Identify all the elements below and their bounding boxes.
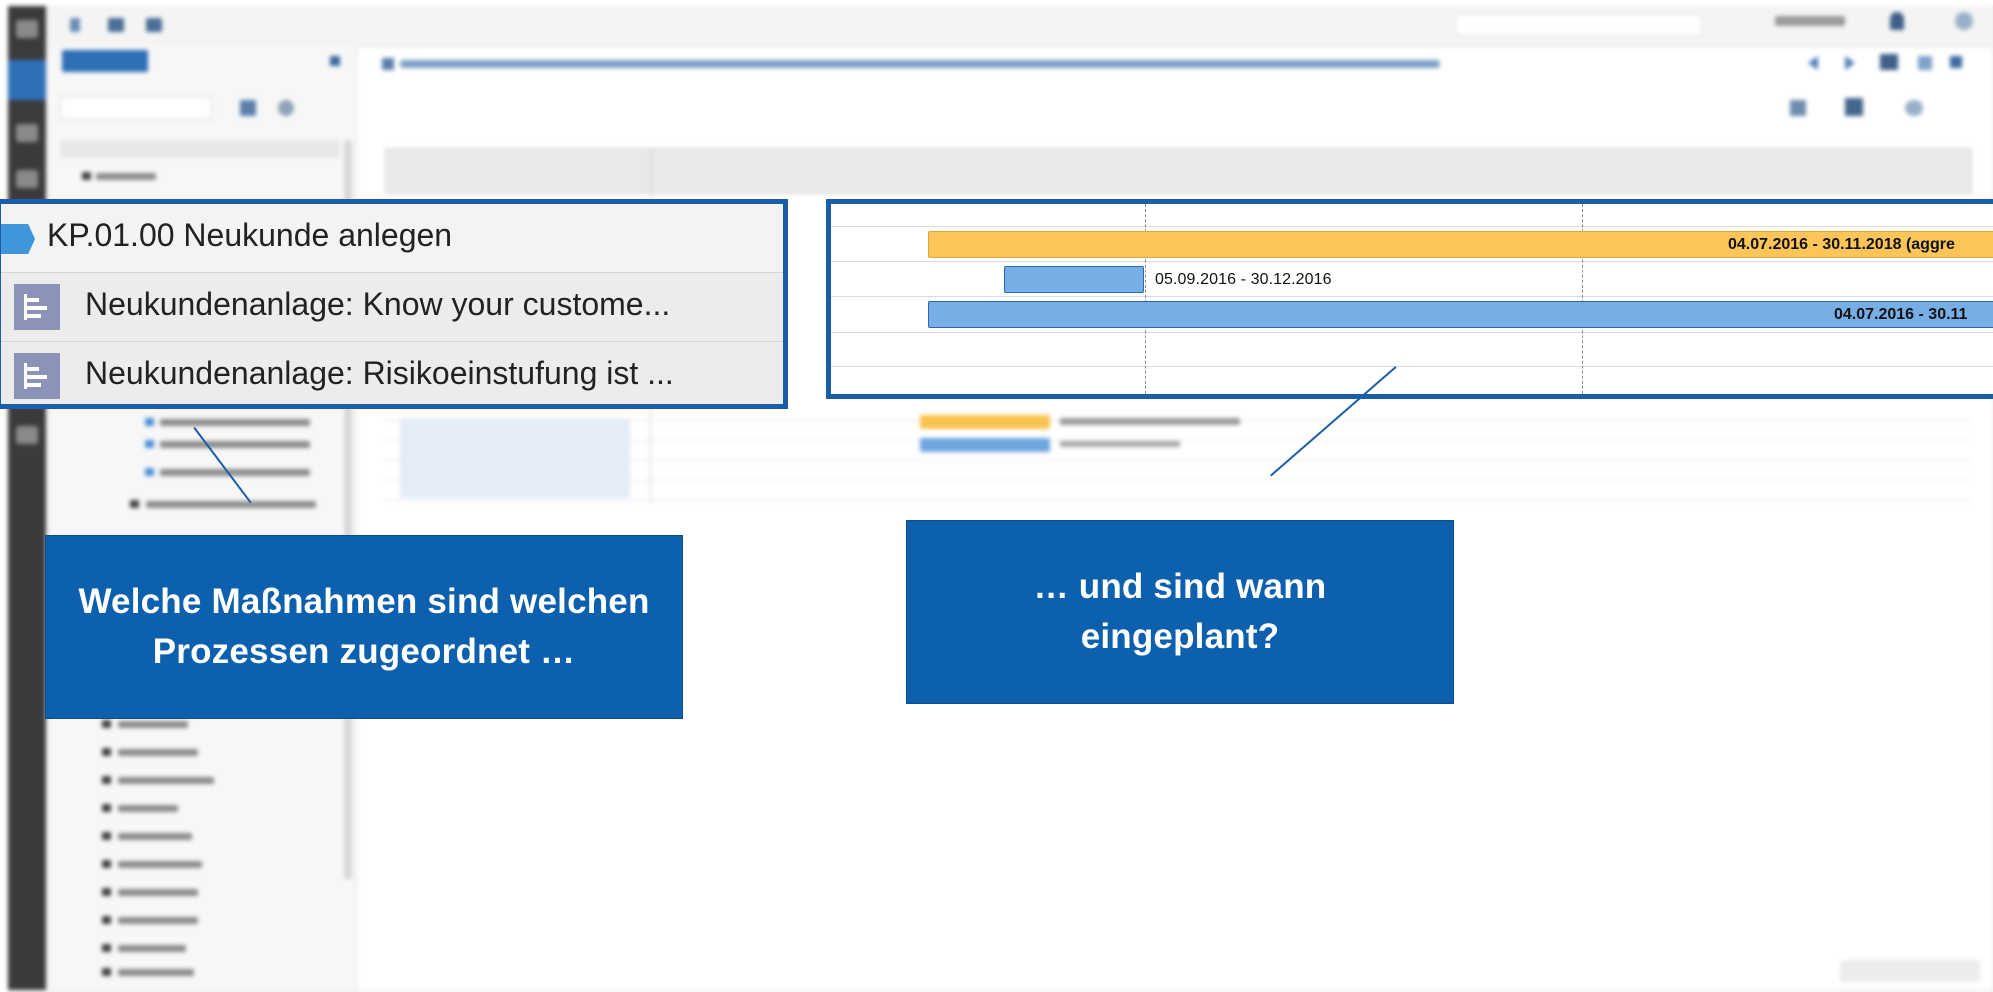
tree-header	[60, 140, 340, 158]
add-icon[interactable]	[70, 18, 80, 32]
close-icon[interactable]	[330, 56, 340, 66]
gantt-bar-label	[1060, 418, 1240, 425]
search-icon[interactable]	[146, 18, 162, 32]
home-icon[interactable]	[16, 20, 38, 38]
gantt-bar-label: 04.07.2016 - 30.11	[1834, 306, 1968, 323]
folder-icon[interactable]	[108, 18, 124, 32]
filter-input[interactable]	[60, 96, 212, 120]
callout-right: … und sind wann eingeplant?	[906, 520, 1454, 704]
settings-icon[interactable]	[1955, 12, 1973, 30]
reload-icon[interactable]	[1905, 100, 1923, 116]
gantt-bar-task[interactable]	[1004, 266, 1144, 293]
tree-row-task[interactable]: Neukundenanlage: Know your custome...	[1, 273, 783, 342]
task-icon	[14, 353, 60, 399]
status-bar	[1840, 960, 1980, 982]
tree-row-label: KP.01.00 Neukunde anlegen	[47, 217, 453, 253]
icon-toolbar	[8, 6, 46, 990]
reports-icon[interactable]	[16, 124, 38, 142]
gantt-zoom-panel: 04.07.2016 - 30.11.2018 (aggre 05.09.201…	[826, 199, 1993, 399]
gantt-rows-left	[400, 418, 630, 498]
gantt-bar-label	[1060, 441, 1180, 447]
refresh-icon[interactable]	[278, 100, 294, 116]
pin-icon[interactable]	[1880, 54, 1898, 70]
gantt-bar	[920, 415, 1050, 429]
user-icon[interactable]	[1890, 12, 1904, 30]
blurred-app-background	[0, 0, 1993, 992]
export-icon[interactable]	[1845, 98, 1863, 116]
monitor-icon[interactable]	[16, 170, 38, 188]
user-name[interactable]	[1775, 16, 1845, 26]
task-icon	[14, 284, 60, 330]
callout-left-line1: Welche Maßnahmen sind welchen	[78, 582, 650, 621]
tree-row-process[interactable]: KP.01.00 Neukunde anlegen	[1, 204, 783, 273]
gantt-bar-label: 05.09.2016 - 30.12.2016	[1155, 271, 1332, 288]
sidebar	[46, 46, 357, 990]
tree-row-task[interactable]: Neukundenanlage: Risikoeinstufung ist ..…	[1, 342, 783, 404]
tree-row-label: Neukundenanlage: Know your custome...	[85, 286, 671, 322]
callout-left-line2: Prozessen zugeordnet …	[152, 632, 576, 671]
edit-icon[interactable]	[8, 60, 46, 100]
callout-right-line2: eingeplant?	[1080, 617, 1280, 656]
close-view-icon[interactable]	[1950, 56, 1962, 68]
view-icon	[382, 58, 394, 70]
maximize-icon[interactable]	[1918, 56, 1932, 70]
search-input[interactable]	[1455, 14, 1702, 36]
tree-zoom-panel: KP.01.00 Neukunde anlegen Neukundenanlag…	[0, 199, 788, 409]
collapse-icon[interactable]	[1790, 100, 1806, 116]
help-icon[interactable]	[16, 426, 38, 444]
gantt-bar	[920, 438, 1050, 452]
explorer-tab[interactable]	[62, 50, 148, 72]
new-icon[interactable]	[240, 100, 256, 116]
callout-left: Welche Maßnahmen sind welchen Prozessen …	[45, 535, 683, 719]
tree-row-label: Neukundenanlage: Risikoeinstufung ist ..…	[85, 355, 674, 391]
gantt-header	[385, 148, 1972, 194]
callout-right-line1: … und sind wann	[1033, 567, 1327, 606]
process-icon	[1, 224, 35, 254]
view-title	[400, 60, 1440, 68]
gantt-bar-label: 04.07.2016 - 30.11.2018 (aggre	[1728, 236, 1955, 253]
